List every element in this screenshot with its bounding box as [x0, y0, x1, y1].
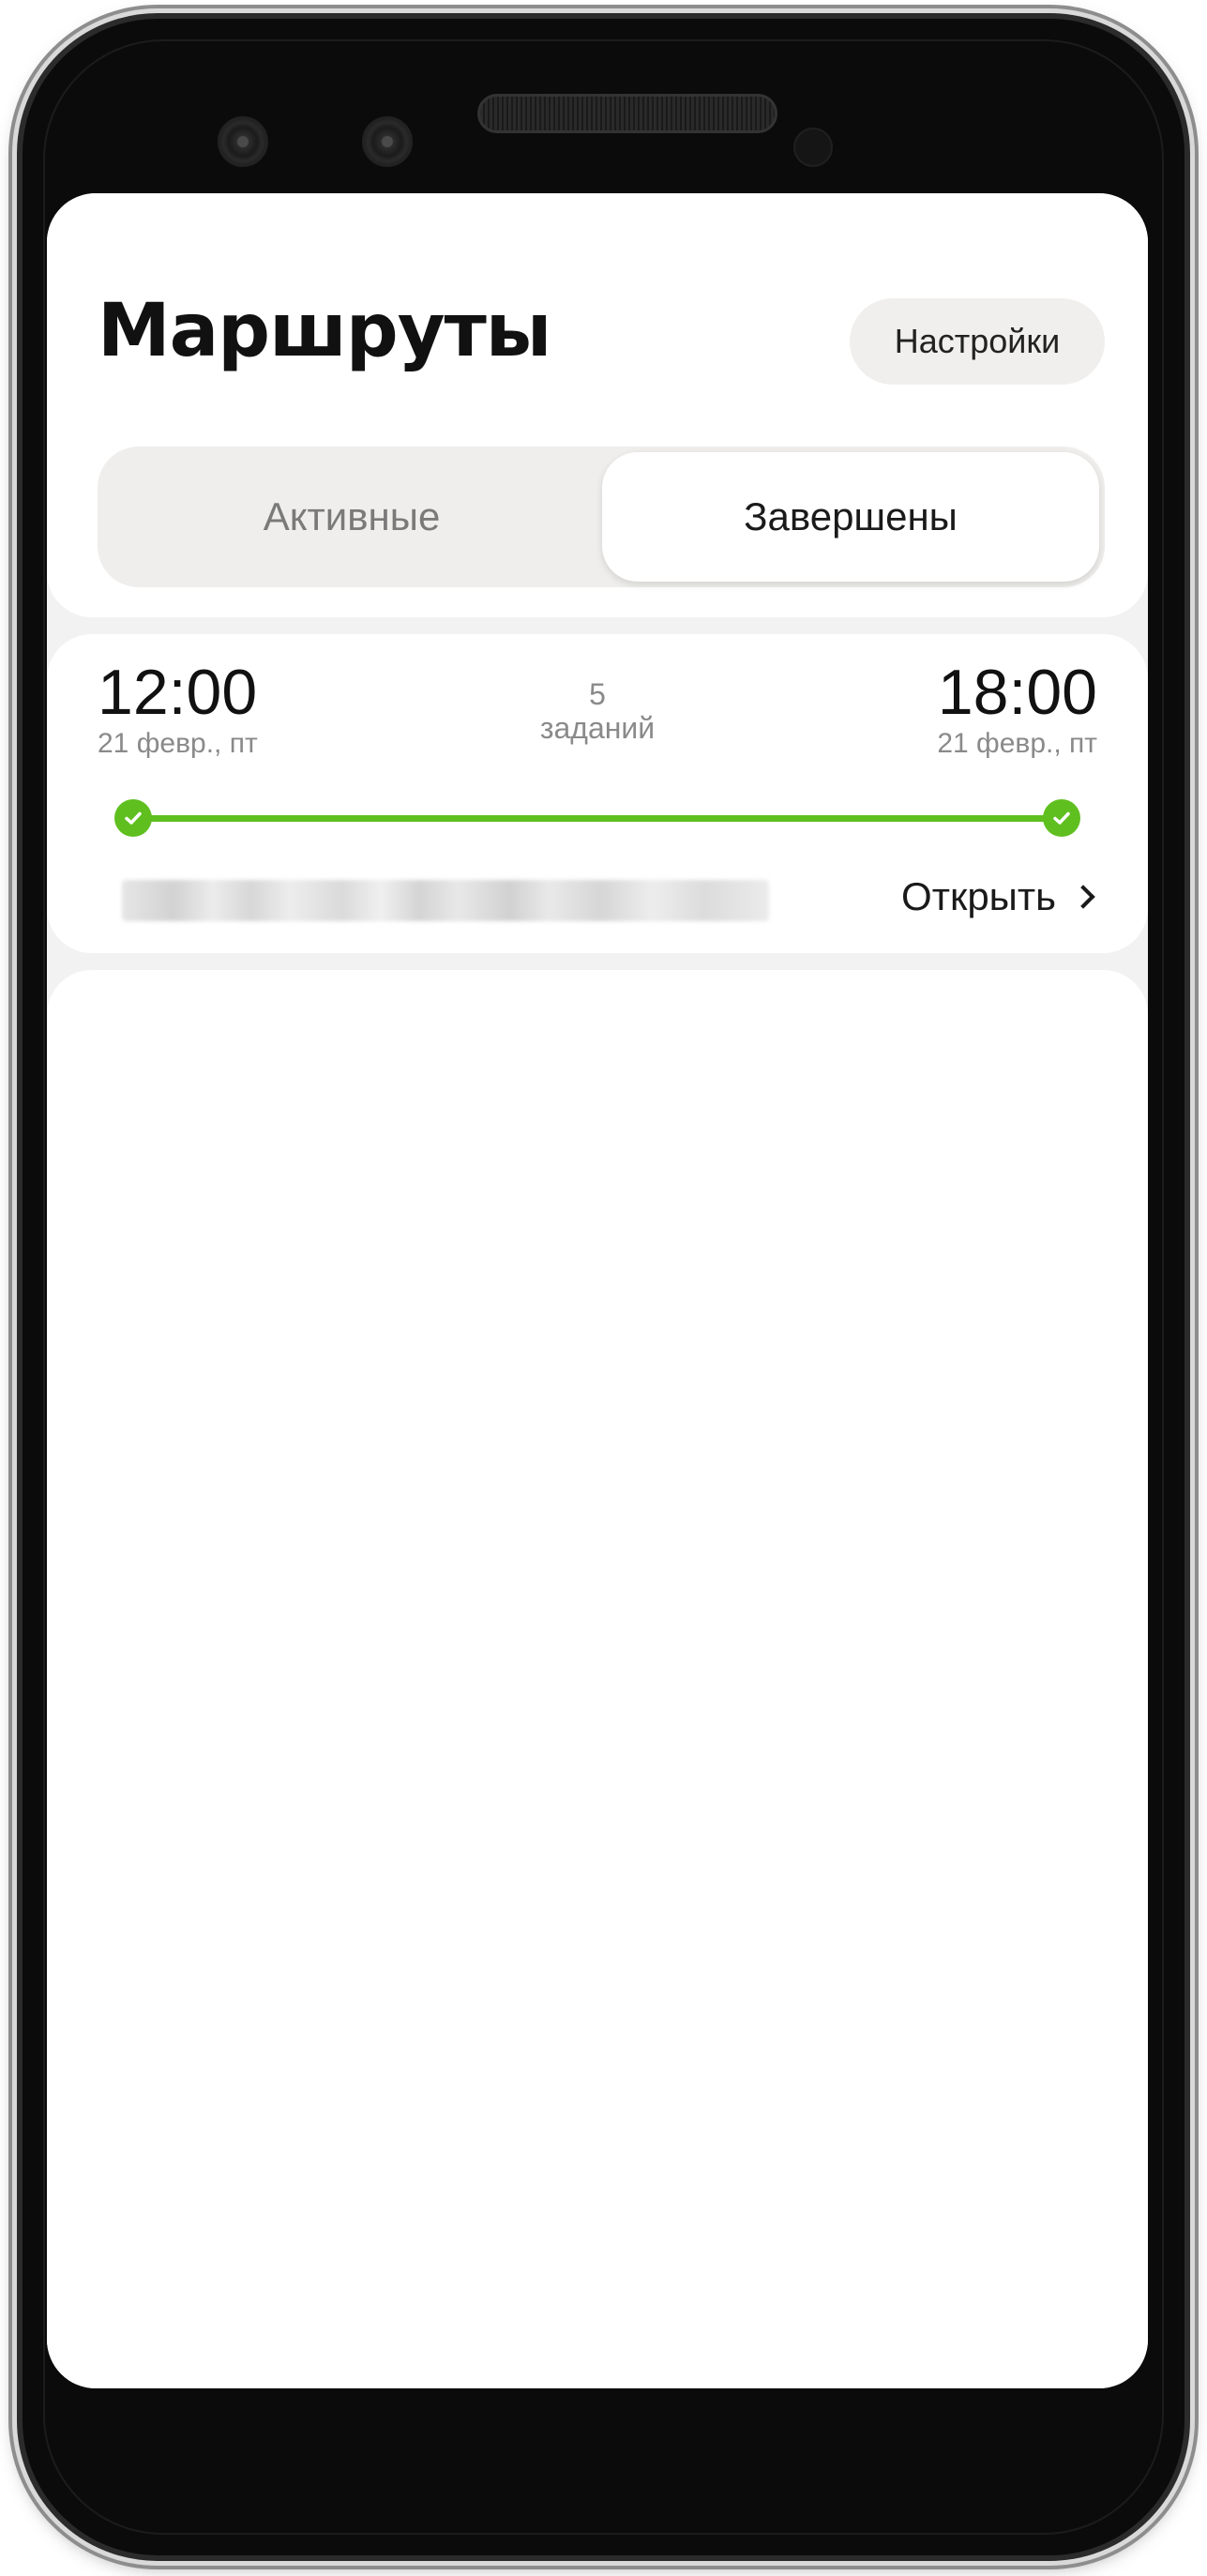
app-screen: Маршруты Настройки Активные Завершены 12…	[47, 193, 1148, 2388]
route-end-date: 21 февр., пт	[937, 728, 1097, 759]
chevron-right-icon	[1071, 885, 1095, 909]
check-circle-icon	[1043, 799, 1080, 837]
front-camera-secondary-icon	[362, 116, 413, 167]
header-card: Маршруты Настройки Активные Завершены	[47, 193, 1148, 617]
route-card[interactable]: 12:00 21 февр., пт 5 заданий 18:00 21 фе…	[47, 634, 1148, 953]
tab-completed-routes[interactable]: Завершены	[602, 452, 1099, 582]
tab-active-routes[interactable]: Активные	[103, 452, 600, 582]
front-camera-icon	[218, 116, 268, 167]
open-route-link[interactable]: Открыть	[901, 874, 1097, 919]
earpiece-speaker	[477, 94, 777, 133]
check-circle-icon	[114, 799, 152, 837]
open-route-label: Открыть	[901, 874, 1056, 918]
route-progress-bar	[129, 815, 1065, 822]
settings-button[interactable]: Настройки	[850, 298, 1105, 385]
route-end-time: 18:00	[937, 657, 1097, 728]
page-title: Маршруты	[98, 289, 551, 373]
route-address-redacted	[122, 880, 769, 921]
route-list-empty-area	[47, 970, 1148, 2388]
route-status-tabs: Активные Завершены	[98, 447, 1105, 587]
proximity-sensor	[793, 128, 833, 167]
